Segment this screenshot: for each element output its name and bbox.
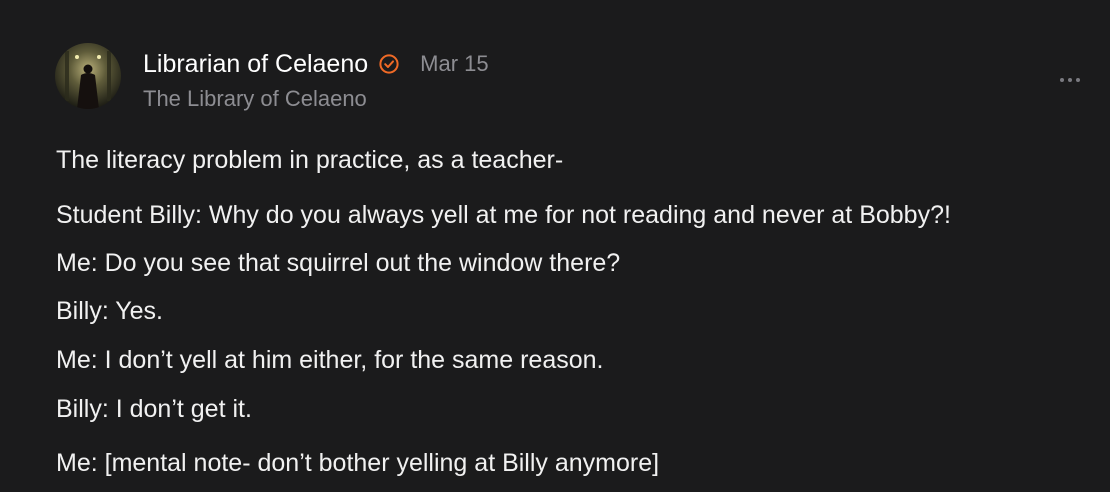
post-line: Billy: Yes. (56, 297, 164, 325)
post-line: Me: [mental note- don’t bother yelling a… (56, 449, 660, 477)
post-line: Me: Do you see that squirrel out the win… (56, 249, 621, 277)
post-header: Librarian of Celaeno Mar 15 (143, 48, 489, 80)
post-line: Student Billy: Why do you always yell at… (56, 201, 951, 229)
more-horizontal-icon (1060, 78, 1080, 82)
post-line: Billy: I don’t get it. (56, 395, 252, 423)
post-line: Me: I don’t yell at him either, for the … (56, 346, 604, 374)
publication-name[interactable]: The Library of Celaeno (143, 86, 367, 112)
verified-check-icon (378, 53, 400, 75)
author-name[interactable]: Librarian of Celaeno (143, 50, 368, 79)
author-avatar[interactable] (55, 43, 121, 109)
post-line: The literacy problem in practice, as a t… (56, 146, 564, 174)
more-options-button[interactable] (1056, 70, 1084, 90)
note-post: Librarian of Celaeno Mar 15 The Library … (0, 0, 1110, 492)
post-date[interactable]: Mar 15 (420, 51, 488, 77)
